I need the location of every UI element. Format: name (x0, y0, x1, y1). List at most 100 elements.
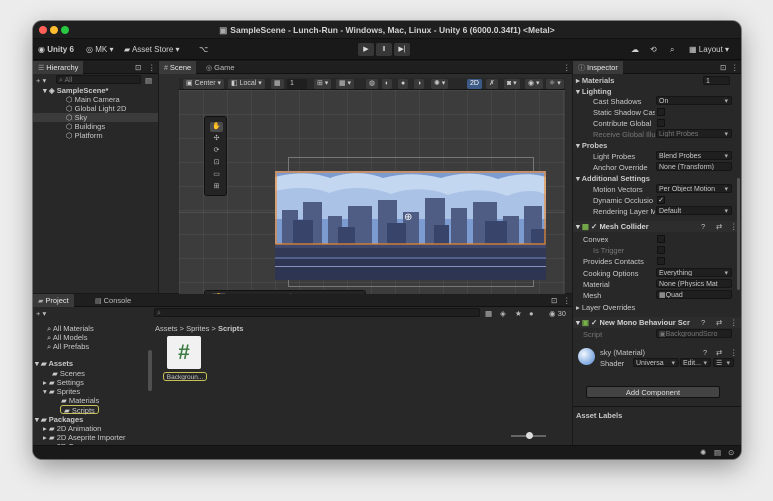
hierarchy-item-buildings[interactable]: ⬡ Buildings (66, 122, 105, 131)
contribute-gi-checkbox[interactable] (657, 119, 665, 127)
debug-icon[interactable]: ✺ (700, 448, 706, 457)
layout-dropdown[interactable]: ▦ Layout ▾ (689, 44, 729, 55)
filter-type-icon[interactable]: ▦ (485, 309, 492, 318)
mode-2d-toggle[interactable]: 2D (467, 79, 482, 89)
add-component-button[interactable]: Add Component (586, 386, 720, 398)
project-search-input[interactable]: ⌕ (154, 308, 480, 317)
hierarchy-item-platform[interactable]: ⬡ Platform (66, 131, 103, 140)
static-shadow-checkbox[interactable] (657, 108, 665, 116)
space-dropdown[interactable]: ◧ Local ▾ (228, 79, 265, 89)
light-probes-dropdown[interactable]: Blend Probes (656, 151, 732, 160)
help-icon[interactable]: ? (701, 222, 705, 231)
folder-scripts[interactable]: ▰ Scripts (60, 405, 99, 415)
shader-dropdown[interactable]: Universa (633, 358, 679, 367)
check-icon[interactable]: ⊙ (728, 448, 734, 457)
filter-icon[interactable]: ▤ (145, 76, 152, 85)
shader-menu-button[interactable]: ☰ (713, 358, 734, 367)
breadcrumb-assets[interactable]: Assets (155, 324, 178, 333)
favorite-all-prefabs[interactable]: ⌕ All Prefabs (47, 342, 89, 351)
cast-shadows-dropdown[interactable]: On (656, 96, 732, 105)
inspector-scrollbar[interactable] (737, 178, 740, 290)
snap-value-field[interactable]: 1 (287, 79, 307, 89)
cooking-options-dropdown[interactable]: Everything (656, 268, 732, 277)
play-button[interactable]: ▶ (358, 43, 374, 56)
grid-visibility-icon[interactable]: ▦ ▾ (336, 79, 355, 89)
grid-snap-button[interactable]: ▦ (271, 79, 284, 89)
hierarchy-item-sky[interactable]: ⬡ Sky (33, 113, 158, 122)
lighting-sphere-icon[interactable]: ● (398, 79, 409, 89)
assets-folder[interactable]: ▾ ▰ Assets (35, 359, 73, 368)
create-button[interactable]: + ▾ (36, 309, 46, 318)
transform-tool-icon[interactable]: ⊞ (210, 182, 223, 192)
component-enabled-checkbox[interactable]: ✓ (591, 222, 597, 231)
materials-count-field[interactable]: 1 (703, 76, 730, 85)
tab-project[interactable]: ▰ Project (33, 294, 74, 307)
favorite-all-materials[interactable]: ⌕ All Materials (47, 324, 94, 333)
rect-tool-icon[interactable]: ▭ (210, 170, 223, 180)
convex-checkbox[interactable] (657, 235, 665, 243)
tab-console[interactable]: ▤ Console (90, 294, 136, 307)
warning-icon[interactable]: ● (529, 309, 534, 318)
hierarchy-search-input[interactable]: ⌕ All (56, 75, 141, 84)
is-trigger-checkbox[interactable] (657, 246, 665, 254)
audio-icon[interactable]: ◑ (414, 79, 425, 89)
history-icon[interactable]: ⟲ (650, 44, 657, 55)
cloud-icon[interactable]: ☁ (631, 44, 639, 55)
edit-shader-button[interactable]: Edit... (680, 358, 711, 367)
script-field[interactable]: ▣BackgroundScro (656, 329, 732, 338)
favorite-icon[interactable]: ★ (515, 309, 522, 318)
effects-icon[interactable]: ✺ ▾ (431, 79, 449, 89)
hierarchy-item-global-light-2d[interactable]: ⬡ Global Light 2D (66, 104, 126, 113)
database-icon[interactable]: ▤ (714, 448, 721, 457)
hand-tool-icon[interactable]: ✋ (210, 122, 223, 132)
more-icon[interactable]: ⋮ (563, 296, 571, 305)
motion-vectors-dropdown[interactable]: Per Object Motion (656, 184, 732, 193)
account-button[interactable]: ◎ MK ▾ (86, 44, 113, 55)
physics-material-field[interactable]: None (Physics Mat (656, 279, 732, 288)
packages-folder[interactable]: ▾ ▰ Packages (35, 415, 83, 424)
tab-hierarchy[interactable]: ☰ Hierarchy (33, 61, 84, 74)
dynamic-occlusion-checkbox[interactable]: ✓ (657, 196, 665, 204)
asset-store-button[interactable]: ▰ Asset Store ▾ (124, 44, 180, 55)
script-enabled-checkbox[interactable]: ✓ (591, 318, 597, 327)
materials-foldout[interactable]: ▸ Materials (576, 76, 614, 85)
favorite-all-models[interactable]: ⌕ All Models (47, 333, 87, 342)
more-icon[interactable]: ⋮ (148, 63, 156, 72)
folder-scenes[interactable]: ▰ Scenes (52, 369, 85, 378)
settings-icon[interactable]: ⇄ (716, 318, 722, 327)
csharp-script-icon[interactable]: # (167, 336, 201, 369)
pause-button[interactable]: Ⅱ (376, 43, 392, 56)
tab-inspector[interactable]: ⓘ Inspector (573, 61, 623, 74)
layer-overrides-foldout[interactable]: ▸ Layer Overrides (576, 303, 635, 312)
snap-increment-icon[interactable]: ⊞ ▾ (314, 79, 332, 89)
provides-contacts-checkbox[interactable] (657, 257, 665, 265)
breadcrumb-scripts[interactable]: Scripts (218, 324, 243, 333)
shading-icon[interactable]: ◐ (382, 79, 393, 89)
asset-labels-section[interactable]: Asset Labels (576, 411, 622, 420)
move-tool-icon[interactable]: ✣ (210, 134, 223, 144)
more-icon[interactable]: ⋮ (731, 63, 739, 72)
camera-icon[interactable]: ◙ ▾ (504, 79, 520, 89)
icon-size-slider-handle[interactable] (526, 432, 533, 439)
lock-icon[interactable]: ⊡ (720, 63, 726, 72)
move-gizmo-icon[interactable]: ⊕ (404, 212, 412, 223)
create-button[interactable]: + ▾ (36, 76, 46, 85)
gizmos-icon[interactable]: ⚛ ▾ (546, 79, 564, 89)
unity-menu-button[interactable]: ◉ Unity 6 (38, 44, 74, 55)
lighting-foldout[interactable]: ▾ Lighting (576, 87, 611, 96)
component-menu-icon[interactable]: ⋮ (730, 348, 738, 357)
folder-tree-scrollbar[interactable] (148, 350, 152, 391)
draw-mode-icon[interactable]: ◍ (366, 79, 379, 89)
scene-root[interactable]: ▾ ◈ SampleScene* (43, 86, 158, 95)
version-control-icon[interactable]: ⌥ (199, 44, 208, 55)
package-2d-animation[interactable]: ▸ ▰ 2D Animation (43, 424, 101, 433)
sky-sprite[interactable]: ⊕ (275, 171, 546, 280)
rotate-tool-icon[interactable]: ⟳ (210, 146, 223, 156)
help-icon[interactable]: ? (701, 318, 705, 327)
filter-label-icon[interactable]: ◈ (500, 309, 506, 318)
lock-icon[interactable]: ⊡ (551, 296, 557, 305)
settings-icon[interactable]: ⇄ (716, 222, 722, 231)
component-menu-icon[interactable]: ⋮ (730, 318, 738, 327)
folder-materials[interactable]: ▰ Materials (61, 396, 99, 405)
step-button[interactable]: ▶| (394, 43, 410, 56)
